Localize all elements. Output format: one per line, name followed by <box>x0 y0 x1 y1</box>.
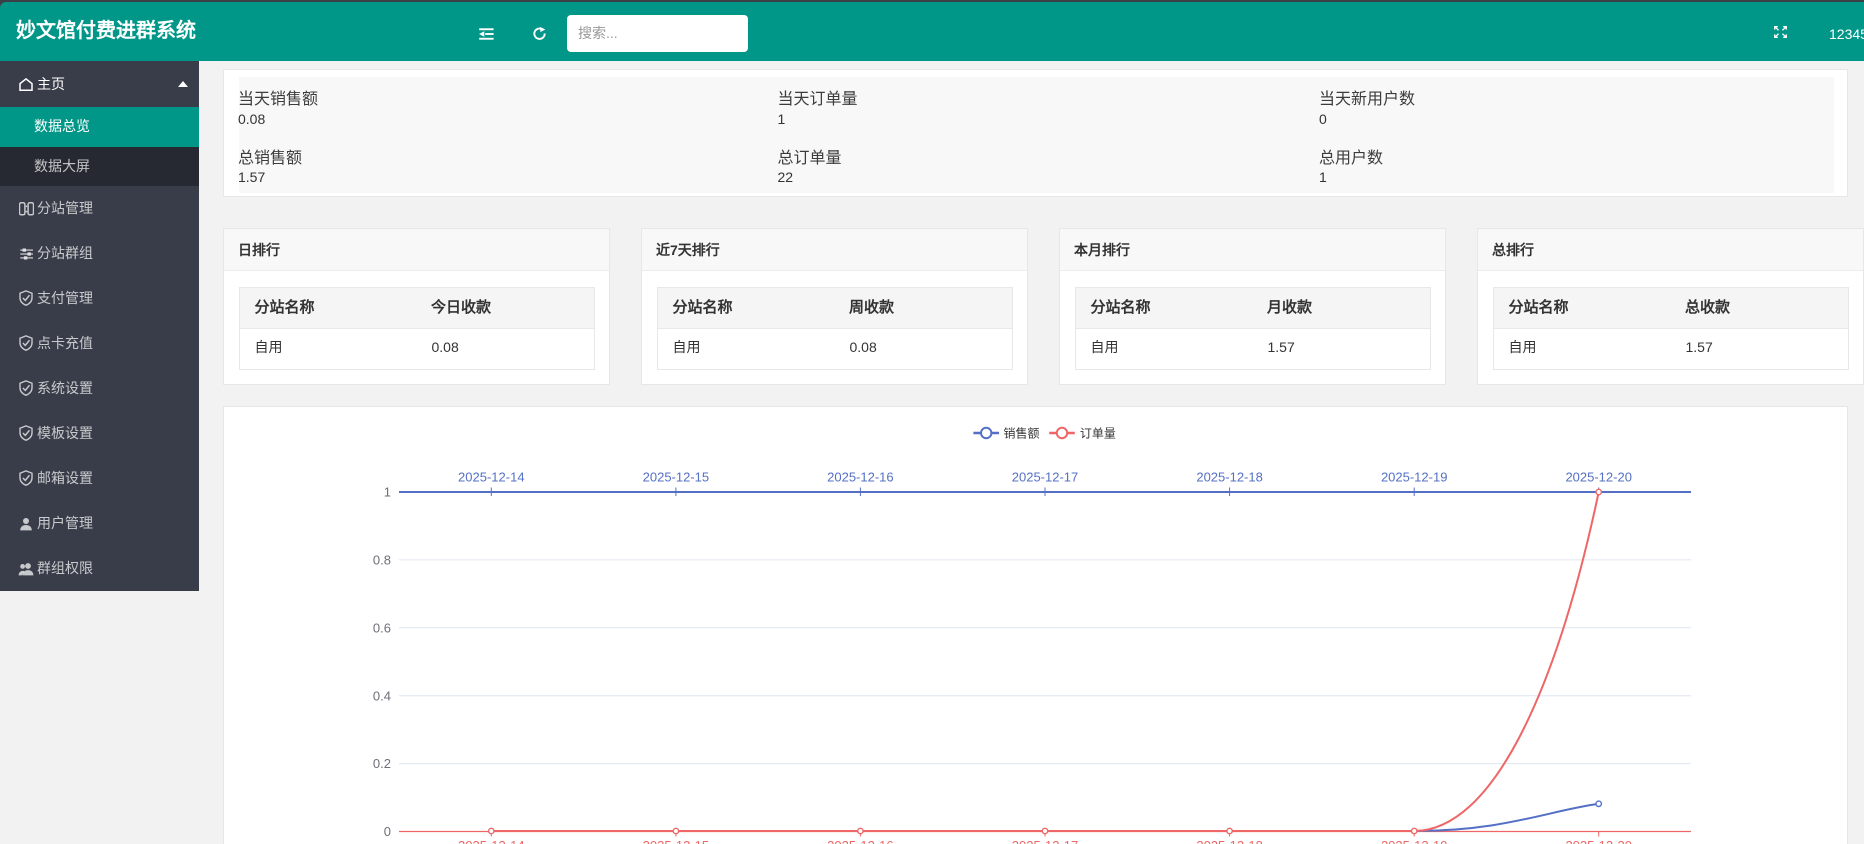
svg-text:2025-12-14: 2025-12-14 <box>458 838 525 844</box>
svg-text:2025-12-15: 2025-12-15 <box>643 838 710 844</box>
svg-text:2025-12-16: 2025-12-16 <box>827 838 894 844</box>
svg-text:1: 1 <box>384 485 391 500</box>
svg-text:2025-12-14: 2025-12-14 <box>458 470 525 485</box>
svg-text:2025-12-17: 2025-12-17 <box>1012 838 1079 844</box>
svg-text:订单量: 订单量 <box>1080 426 1116 440</box>
svg-text:2025-12-19: 2025-12-19 <box>1381 838 1448 844</box>
svg-text:销售额: 销售额 <box>1004 425 1040 440</box>
svg-text:2025-12-17: 2025-12-17 <box>1012 470 1079 485</box>
svg-text:2025-12-19: 2025-12-19 <box>1381 470 1448 485</box>
svg-text:0.8: 0.8 <box>373 553 391 568</box>
svg-text:2025-12-18: 2025-12-18 <box>1196 470 1263 485</box>
svg-text:2025-12-20: 2025-12-20 <box>1565 838 1632 844</box>
svg-text:2025-12-15: 2025-12-15 <box>643 470 710 485</box>
svg-text:2025-12-18: 2025-12-18 <box>1196 838 1263 844</box>
svg-text:0.4: 0.4 <box>373 688 391 703</box>
svg-text:0: 0 <box>384 824 391 839</box>
svg-text:2025-12-16: 2025-12-16 <box>827 470 894 485</box>
svg-text:0.6: 0.6 <box>373 620 391 635</box>
svg-text:0.2: 0.2 <box>373 756 391 771</box>
svg-text:2025-12-20: 2025-12-20 <box>1565 470 1632 485</box>
